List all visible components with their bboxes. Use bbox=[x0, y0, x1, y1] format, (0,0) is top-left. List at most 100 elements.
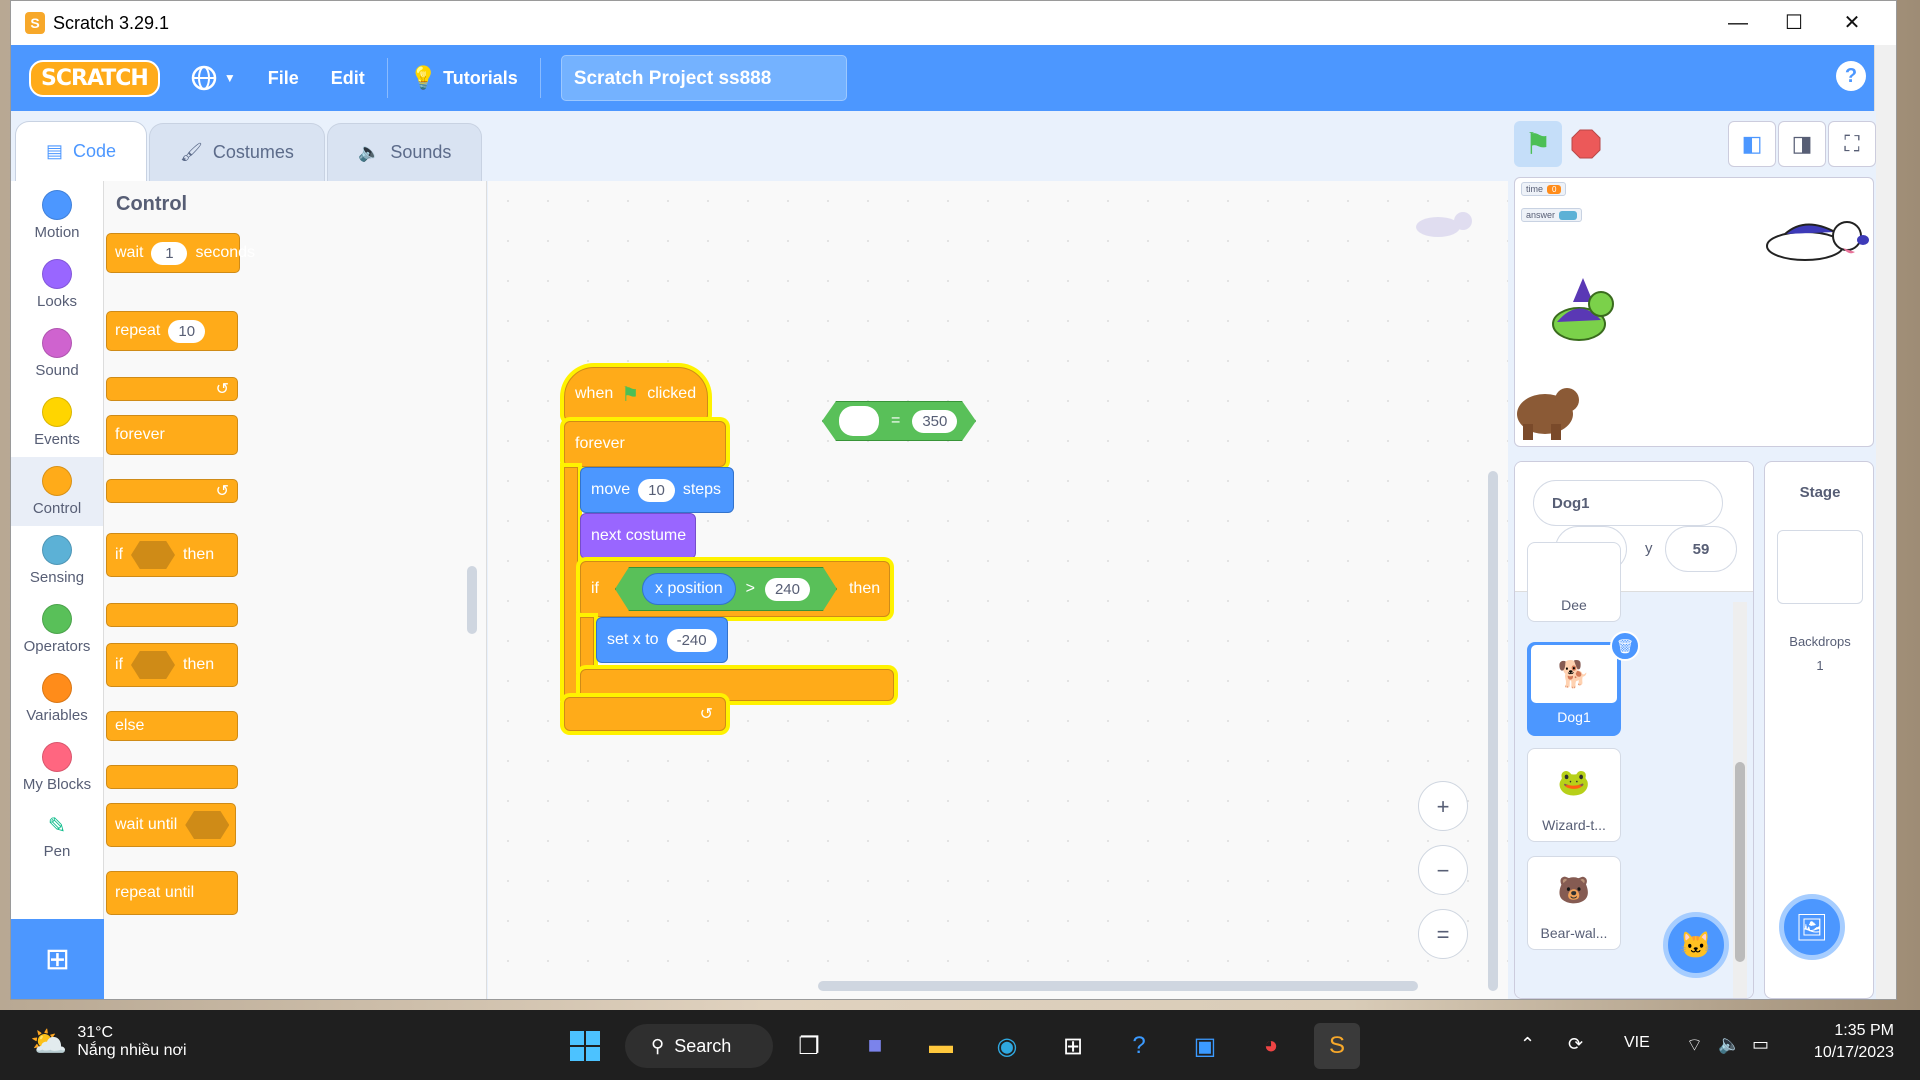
choose-sprite-button[interactable]: 🐱 bbox=[1663, 912, 1729, 978]
tab-costumes[interactable]: 🖌 Costumes bbox=[149, 123, 325, 181]
equals-operator-block[interactable]: = 350 bbox=[822, 401, 976, 441]
tab-code[interactable]: ▤ Code bbox=[15, 121, 148, 181]
edit-menu[interactable]: Edit bbox=[315, 45, 381, 111]
category-operators[interactable]: Operators bbox=[11, 595, 103, 664]
small-stage-button[interactable]: ◧ bbox=[1728, 121, 1776, 167]
workspace-vertical-scrollbar[interactable] bbox=[1488, 471, 1498, 991]
if-then-script-block[interactable]: if x position > 240 then bbox=[580, 561, 890, 617]
scratch-logo[interactable]: SCRATCH bbox=[29, 59, 160, 97]
zoom-in-button[interactable]: + bbox=[1418, 781, 1468, 831]
window-scrollbar[interactable] bbox=[1874, 45, 1896, 999]
help-icon[interactable]: ? bbox=[1836, 61, 1866, 91]
next-costume-block[interactable]: next costume bbox=[580, 513, 696, 559]
tab-sounds[interactable]: 🔈 Sounds bbox=[326, 123, 483, 181]
volume-icon[interactable]: 🔈 bbox=[1718, 1034, 1740, 1055]
choose-backdrop-button[interactable]: 🖼 bbox=[1779, 894, 1845, 960]
weather-widget[interactable]: ⛅ 31°C Nắng nhiều nơi bbox=[30, 1024, 187, 1060]
sound-dot-icon bbox=[42, 328, 72, 358]
sprite-tile-selected[interactable]: 🗑 🐕 Dog1 bbox=[1527, 631, 1640, 736]
forever-loop-block[interactable]: forever bbox=[564, 421, 726, 467]
repeat-until-block[interactable]: repeat until bbox=[106, 871, 238, 915]
battery-icon[interactable]: ▭ bbox=[1752, 1034, 1769, 1055]
language-indicator[interactable]: VIE bbox=[1624, 1034, 1650, 1052]
sync-icon[interactable]: ⟳ bbox=[1568, 1034, 1583, 1055]
block-input[interactable]: 350 bbox=[912, 410, 957, 433]
store-button[interactable]: ⊞ bbox=[1050, 1023, 1096, 1069]
block-input[interactable]: 10 bbox=[168, 319, 206, 343]
block-input[interactable]: 240 bbox=[765, 578, 810, 601]
add-extension-button[interactable]: ⊞ bbox=[11, 919, 104, 999]
palette-scrollbar[interactable] bbox=[467, 566, 477, 634]
forever-block[interactable]: forever bbox=[106, 415, 238, 455]
repeat-block[interactable]: repeat 10 bbox=[106, 311, 238, 351]
edge-button[interactable]: ◉ bbox=[984, 1023, 1030, 1069]
file-menu[interactable]: File bbox=[252, 45, 315, 111]
category-looks[interactable]: Looks bbox=[11, 250, 103, 319]
when-flag-clicked-block[interactable]: when ⚑ clicked bbox=[564, 367, 708, 421]
wifi-icon[interactable]: ⌔ bbox=[1686, 1034, 1703, 1057]
myhp-button[interactable]: ▣ bbox=[1182, 1023, 1228, 1069]
language-menu[interactable]: ▼ bbox=[174, 45, 252, 111]
condition-slot[interactable] bbox=[131, 541, 175, 569]
scratch-taskbar-button[interactable]: S bbox=[1314, 1023, 1360, 1069]
category-variables[interactable]: Variables bbox=[11, 664, 103, 733]
file-explorer-button[interactable]: ▬ bbox=[918, 1023, 964, 1069]
x-position-reporter[interactable]: x position bbox=[642, 573, 736, 605]
teams-button[interactable]: ■ bbox=[852, 1023, 898, 1069]
task-view-button[interactable]: ❐ bbox=[786, 1023, 832, 1069]
sprite-list-scrollbar[interactable] bbox=[1733, 602, 1747, 998]
wait-until-block[interactable]: wait until bbox=[106, 803, 236, 847]
project-title-input[interactable]: Scratch Project ss888 bbox=[560, 55, 847, 101]
move-steps-block[interactable]: move 10 steps bbox=[580, 467, 734, 513]
workspace-horizontal-scrollbar[interactable] bbox=[818, 981, 1418, 991]
green-flag-button[interactable]: ⚑ bbox=[1514, 121, 1562, 167]
wizard-toad-sprite[interactable] bbox=[1543, 276, 1623, 346]
stage-canvas[interactable]: time 0 answer bbox=[1514, 177, 1874, 447]
tutorials-menu[interactable]: 💡 Tutorials bbox=[394, 45, 534, 111]
show-hidden-icons[interactable]: ⌃ bbox=[1520, 1034, 1535, 1055]
category-events[interactable]: Events bbox=[11, 388, 103, 457]
category-my-blocks[interactable]: My Blocks bbox=[11, 733, 103, 802]
sprite-tile[interactable]: Dee bbox=[1527, 542, 1621, 622]
greater-than-operator[interactable]: x position > 240 bbox=[615, 567, 837, 611]
if-else-block[interactable]: if then bbox=[106, 643, 238, 687]
scrollbar-thumb[interactable] bbox=[1735, 762, 1745, 962]
set-x-block[interactable]: set x to -240 bbox=[596, 617, 728, 663]
sprite-tile[interactable]: 🐸 Wizard-t... bbox=[1527, 748, 1621, 842]
stage-selector-pane[interactable]: Stage Backdrops 1 🖼 bbox=[1764, 461, 1874, 999]
dog-sprite[interactable] bbox=[1755, 206, 1873, 276]
zoom-reset-button[interactable]: = bbox=[1418, 909, 1468, 959]
sprite-name-input[interactable]: Dog1 bbox=[1533, 480, 1723, 526]
fullscreen-button[interactable]: ⛶ bbox=[1828, 121, 1876, 167]
block-input[interactable]: -240 bbox=[666, 628, 717, 652]
chrome-button[interactable]: ◕ bbox=[1248, 1023, 1294, 1069]
category-label: Variables bbox=[26, 707, 88, 724]
close-button[interactable]: ✕ bbox=[1817, 1, 1887, 45]
start-button[interactable] bbox=[562, 1023, 608, 1069]
bear-sprite[interactable] bbox=[1515, 378, 1585, 442]
empty-input[interactable] bbox=[839, 406, 879, 436]
condition-slot[interactable] bbox=[185, 811, 230, 839]
delete-sprite-button[interactable]: 🗑 bbox=[1610, 631, 1640, 661]
category-control[interactable]: Control bbox=[11, 457, 103, 526]
category-pen[interactable]: ✎ Pen bbox=[11, 802, 103, 871]
if-then-block[interactable]: if then bbox=[106, 533, 238, 577]
y-position-input[interactable]: 59 bbox=[1665, 526, 1737, 572]
script-workspace[interactable]: when ⚑ clicked forever move 10 steps nex… bbox=[488, 181, 1508, 999]
block-input[interactable]: 10 bbox=[638, 478, 675, 502]
help-app-button[interactable]: ? bbox=[1116, 1023, 1162, 1069]
category-motion[interactable]: Motion bbox=[11, 181, 103, 250]
backdrop-thumbnail[interactable] bbox=[1777, 530, 1863, 604]
sprite-tile[interactable]: 🐻 Bear-wal... bbox=[1527, 856, 1621, 950]
block-input[interactable]: 1 bbox=[151, 241, 188, 265]
stop-button[interactable] bbox=[1562, 121, 1610, 167]
block-label: then bbox=[183, 656, 215, 673]
condition-slot[interactable] bbox=[131, 651, 175, 679]
category-sensing[interactable]: Sensing bbox=[11, 526, 103, 595]
large-stage-button[interactable]: ◨ bbox=[1778, 121, 1826, 167]
zoom-out-button[interactable]: − bbox=[1418, 845, 1468, 895]
category-sound[interactable]: Sound bbox=[11, 319, 103, 388]
wait-block[interactable]: wait 1 seconds bbox=[106, 233, 255, 273]
taskbar-search[interactable]: ⚲ Search bbox=[625, 1024, 773, 1068]
clock[interactable]: 1:35 PM 10/17/2023 bbox=[1800, 1022, 1894, 1062]
